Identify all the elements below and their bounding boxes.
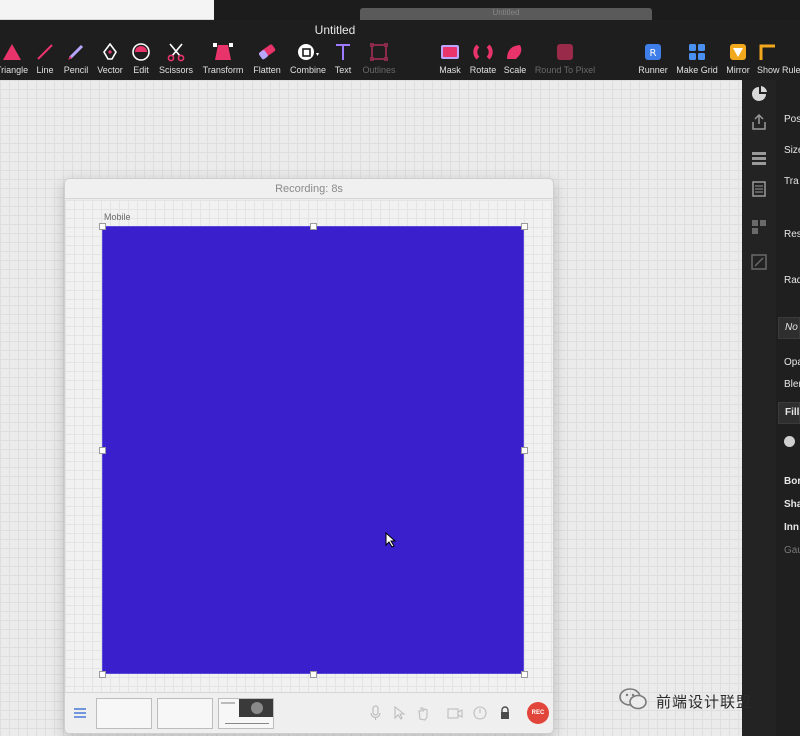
selection-handle-top-right[interactable] bbox=[521, 223, 528, 230]
grid-icon bbox=[687, 40, 707, 64]
tool-show-rulers[interactable]: Show Rulers bbox=[757, 40, 800, 78]
top-strip: Untitled bbox=[0, 0, 800, 20]
tool-line[interactable]: Line bbox=[32, 40, 58, 78]
tool-rotate[interactable]: Rotate bbox=[467, 40, 499, 78]
lock-icon[interactable] bbox=[497, 705, 513, 721]
previous-window-edge bbox=[0, 0, 214, 20]
window-title: Untitled bbox=[314, 23, 356, 37]
tool-text[interactable]: Text bbox=[331, 40, 355, 78]
menu-lines-icon[interactable] bbox=[72, 705, 88, 721]
selection-handle-top-left[interactable] bbox=[99, 223, 106, 230]
inspector-icon-rail bbox=[742, 80, 776, 736]
position-label: Pos bbox=[784, 114, 800, 125]
mouse-pointer-icon bbox=[385, 531, 397, 553]
scissors-icon bbox=[166, 40, 186, 64]
selection-handle-bottom-left[interactable] bbox=[99, 671, 106, 678]
pen-nib-icon bbox=[101, 40, 119, 64]
tool-scale[interactable]: Scale bbox=[501, 40, 529, 78]
timer-icon[interactable] bbox=[472, 705, 488, 721]
runner-icon: R bbox=[643, 40, 663, 64]
rotate-icon bbox=[472, 40, 494, 64]
hand-icon[interactable] bbox=[415, 705, 431, 721]
tool-round-to-pixel[interactable]: Round To Pixel bbox=[532, 40, 598, 78]
edit-pen-icon[interactable] bbox=[750, 253, 768, 271]
artboard-mobile[interactable] bbox=[102, 226, 524, 674]
line-icon bbox=[36, 40, 54, 64]
selection-handle-top[interactable] bbox=[310, 223, 317, 230]
edit-shape-icon bbox=[131, 40, 151, 64]
scale-icon bbox=[504, 40, 526, 64]
size-label: Size bbox=[784, 145, 800, 156]
eraser-icon bbox=[257, 40, 277, 64]
cursor-icon[interactable] bbox=[391, 705, 407, 721]
layers-icon[interactable] bbox=[750, 148, 768, 166]
inspector-panel: Pos Size Tra Res Rad No Opa Blen Fills B… bbox=[742, 80, 800, 736]
fill-enabled-checkbox[interactable] bbox=[784, 436, 795, 447]
artboard-label[interactable]: Mobile bbox=[104, 212, 131, 222]
resizing-label: Res bbox=[784, 229, 800, 240]
thumbnail-preview-image bbox=[221, 699, 273, 724]
recording-title[interactable]: Recording: 8s bbox=[65, 179, 553, 199]
tool-vector[interactable]: Vector bbox=[94, 40, 126, 78]
tool-pencil[interactable]: Pencil bbox=[61, 40, 91, 78]
tool-mask[interactable]: Mask bbox=[437, 40, 463, 78]
recording-thumbnail[interactable] bbox=[157, 698, 213, 729]
blending-label: Blen bbox=[784, 379, 800, 390]
microphone-icon[interactable] bbox=[367, 705, 383, 721]
radius-label: Rad bbox=[784, 275, 800, 286]
gaussian-blur-header[interactable]: Gau bbox=[784, 545, 800, 556]
background-window-tab[interactable]: Untitled bbox=[360, 8, 652, 20]
combine-icon bbox=[296, 40, 320, 64]
watermark: 前端设计联盟 bbox=[618, 686, 752, 717]
recording-window: Recording: 8s Mobile REC bbox=[64, 178, 554, 734]
mirror-icon bbox=[728, 40, 748, 64]
opacity-label: Opa bbox=[784, 357, 800, 368]
recording-thumbnail[interactable] bbox=[218, 698, 274, 729]
svg-text:R: R bbox=[650, 48, 657, 59]
tool-edit[interactable]: Edit bbox=[129, 40, 153, 78]
selection-handle-left[interactable] bbox=[99, 447, 106, 454]
selection-handle-bottom[interactable] bbox=[310, 671, 317, 678]
wechat-logo-icon bbox=[618, 686, 648, 717]
inner-shadows-header[interactable]: Inn bbox=[784, 522, 799, 533]
tool-triangle[interactable]: Triangle bbox=[0, 40, 30, 78]
style-dropdown[interactable]: No bbox=[778, 317, 800, 339]
recording-thumbnail[interactable] bbox=[96, 698, 152, 729]
tool-make-grid[interactable]: Make Grid bbox=[674, 40, 720, 78]
transform-icon bbox=[212, 40, 234, 64]
document-icon[interactable] bbox=[750, 180, 768, 198]
shadows-header[interactable]: Sha bbox=[784, 499, 800, 510]
round-to-pixel-icon bbox=[555, 40, 575, 64]
toolbar: Untitled Triangle Line Pencil Vector Edi… bbox=[0, 20, 800, 80]
ruler-icon bbox=[757, 40, 777, 64]
tool-runner[interactable]: R Runner bbox=[636, 40, 670, 78]
triangle-icon bbox=[2, 40, 22, 64]
mask-icon bbox=[439, 40, 461, 64]
pie-chart-icon[interactable] bbox=[750, 85, 768, 103]
tool-mirror[interactable]: Mirror bbox=[723, 40, 753, 78]
camera-icon[interactable] bbox=[447, 705, 463, 721]
tool-transform[interactable]: Transform bbox=[201, 40, 245, 78]
fills-header[interactable]: Fills bbox=[778, 402, 800, 424]
pencil-icon bbox=[67, 40, 85, 64]
watermark-text: 前端设计联盟 bbox=[656, 694, 753, 711]
recording-bottom-bar: REC bbox=[65, 692, 553, 733]
borders-header[interactable]: Bor bbox=[784, 476, 800, 487]
components-icon[interactable] bbox=[750, 218, 768, 236]
export-icon[interactable] bbox=[750, 113, 768, 131]
tool-outlines[interactable]: Outlines bbox=[359, 40, 399, 78]
recording-preview: Mobile bbox=[65, 200, 553, 692]
outlines-icon bbox=[369, 40, 389, 64]
selection-handle-right[interactable] bbox=[521, 447, 528, 454]
tool-scissors[interactable]: Scissors bbox=[157, 40, 195, 78]
tool-flatten[interactable]: Flatten bbox=[250, 40, 284, 78]
text-icon bbox=[334, 40, 352, 64]
tool-combine[interactable]: Combine bbox=[287, 40, 329, 78]
record-button[interactable]: REC bbox=[527, 702, 549, 724]
transform-label: Tra bbox=[784, 176, 799, 187]
selection-handle-bottom-right[interactable] bbox=[521, 671, 528, 678]
